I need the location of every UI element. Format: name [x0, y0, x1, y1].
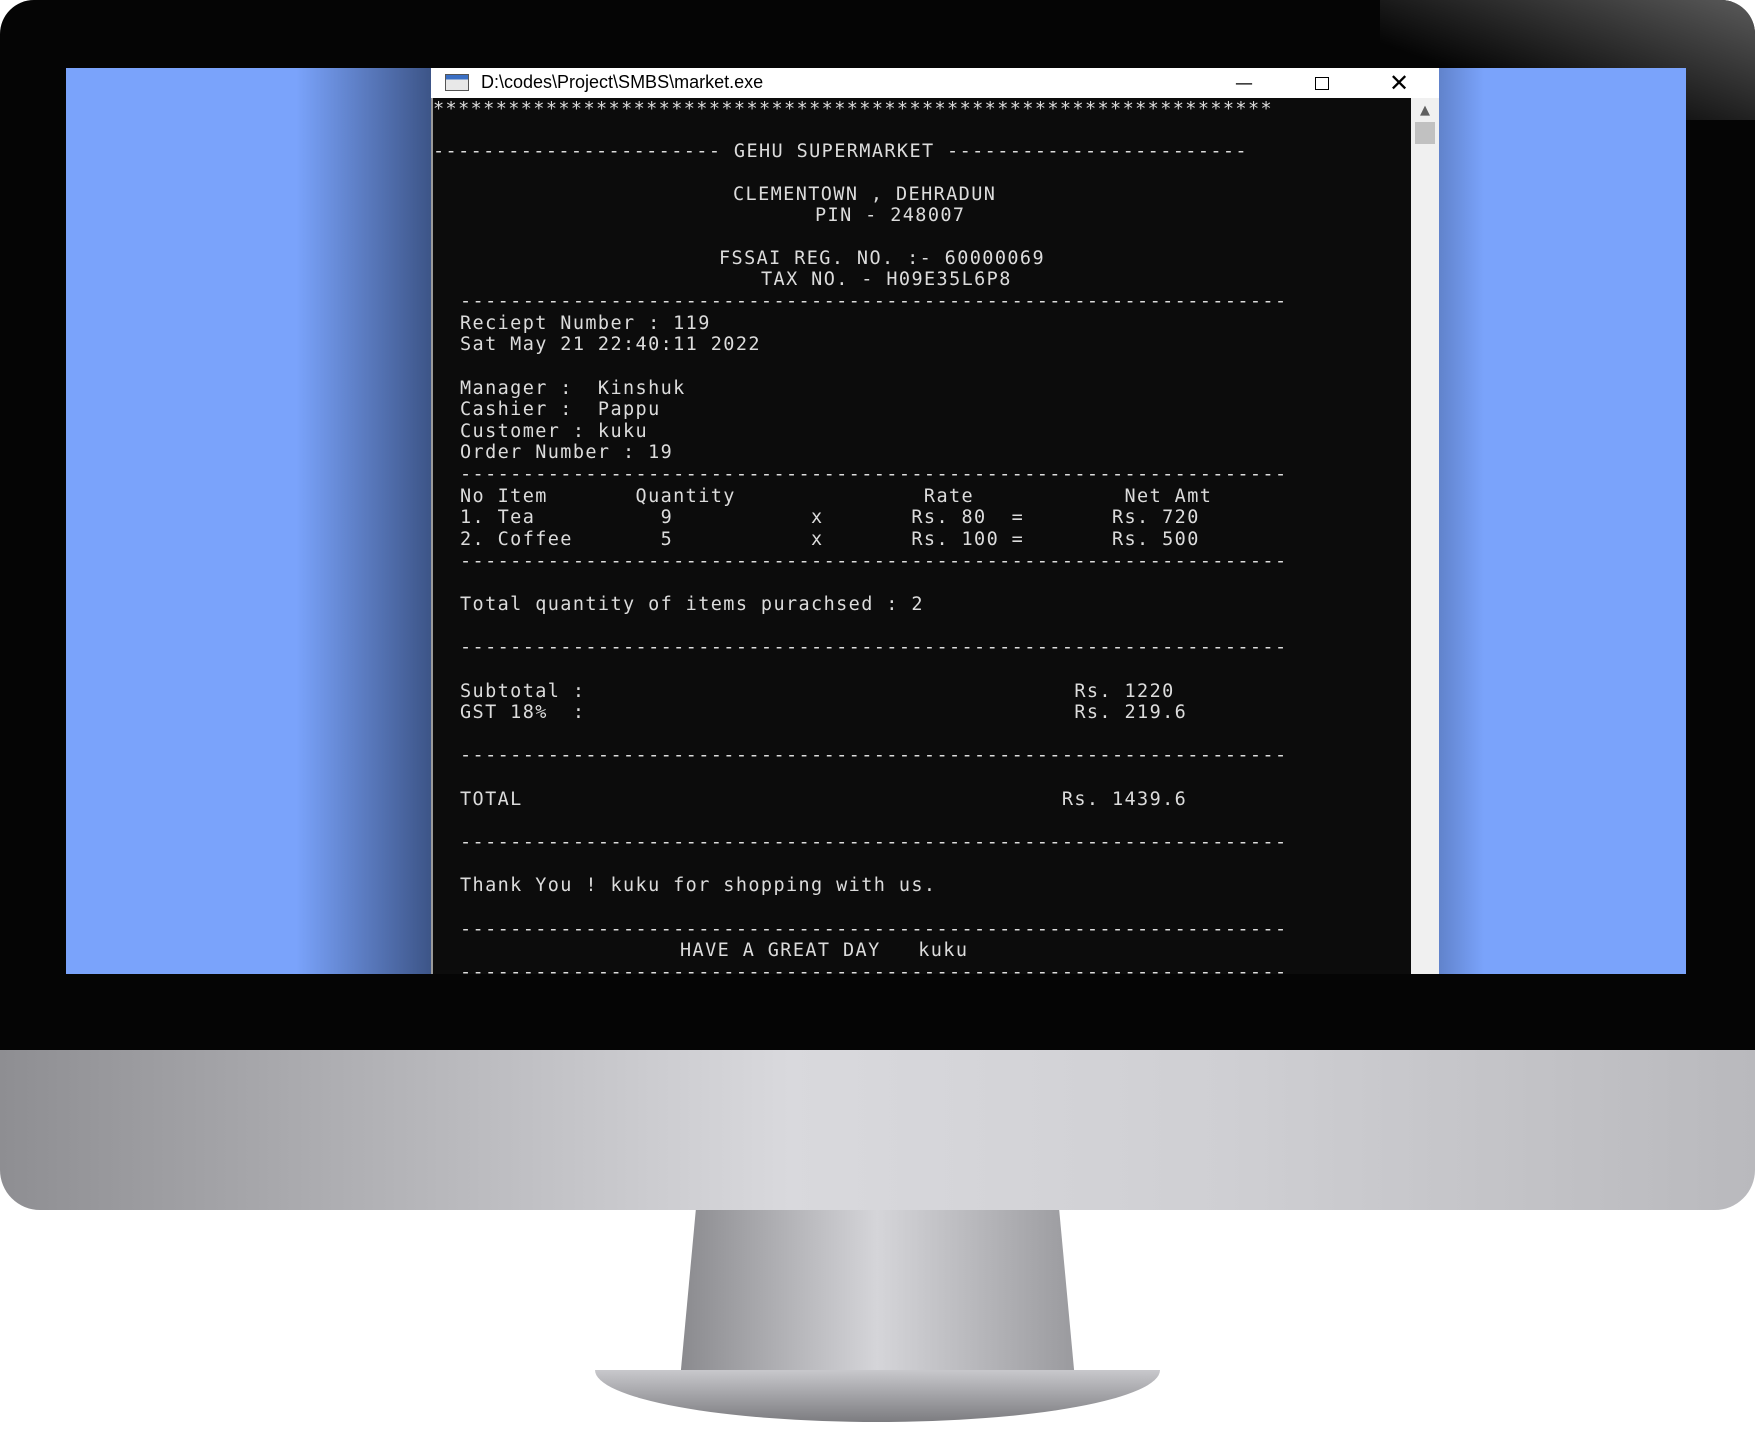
monitor-screen: D:\codes\Project\SMBS\market.exe — ✕ ***…: [66, 68, 1686, 974]
separator: ----------------------------------------…: [460, 464, 1288, 485]
scroll-thumb[interactable]: [1415, 122, 1435, 144]
minimize-button[interactable]: —: [1221, 68, 1267, 98]
monitor-stand-foot: [595, 1370, 1160, 1422]
store-header: ----------------------- GEHU SUPERMARKET…: [433, 141, 1248, 162]
item-row: 1. Tea 9 x Rs. 80 = Rs. 720: [460, 507, 1200, 528]
scroll-up-arrow-icon[interactable]: ▲: [1417, 104, 1433, 118]
great-day-line: HAVE A GREAT DAY kuku: [680, 940, 969, 961]
store-address: CLEMENTOWN , DEHRADUN: [733, 184, 997, 205]
separator: ----------------------------------------…: [460, 291, 1288, 312]
thank-you-line: Thank You ! kuku for shopping with us.: [460, 875, 937, 896]
order-number: Order Number : 19: [460, 442, 674, 463]
grand-total-line: TOTAL Rs. 1439.6: [460, 789, 1188, 810]
console-app-icon: [445, 74, 469, 91]
maximize-button[interactable]: [1299, 68, 1345, 98]
manager-line: Manager : Kinshuk: [460, 378, 686, 399]
console-window[interactable]: D:\codes\Project\SMBS\market.exe — ✕ ***…: [431, 68, 1439, 974]
gst-line: GST 18% : Rs. 219.6: [460, 702, 1188, 723]
window-title: D:\codes\Project\SMBS\market.exe: [481, 72, 764, 92]
fssai-number: FSSAI REG. NO. :- 60000069: [719, 248, 1045, 269]
window-shadow-left: [296, 68, 431, 974]
separator: ----------------------------------------…: [460, 551, 1288, 572]
monitor-stand-neck: [680, 1210, 1075, 1380]
title-bar[interactable]: D:\codes\Project\SMBS\market.exe — ✕: [431, 68, 1439, 98]
console-output[interactable]: ****************************************…: [431, 98, 1411, 974]
vertical-scrollbar[interactable]: ▲: [1411, 98, 1439, 974]
monitor-chin: [0, 1050, 1755, 1210]
separator: ----------------------------------------…: [460, 637, 1288, 658]
items-table-header: No Item Quantity Rate Net Amt: [460, 486, 1213, 507]
close-button[interactable]: ✕: [1376, 68, 1422, 98]
subtotal-line: Subtotal : Rs. 1220: [460, 681, 1175, 702]
tax-number: TAX NO. - H09E35L6P8: [761, 269, 1012, 290]
receipt-date: Sat May 21 22:40:11 2022: [460, 334, 761, 355]
separator: ----------------------------------------…: [460, 962, 1288, 975]
separator: ----------------------------------------…: [460, 745, 1288, 766]
customer-line: Customer : kuku: [460, 421, 649, 442]
store-pin: PIN - 248007: [815, 205, 966, 226]
receipt-number: Reciept Number : 119: [460, 313, 711, 334]
cashier-line: Cashier : Pappu: [460, 399, 661, 420]
separator: ----------------------------------------…: [460, 919, 1288, 940]
separator: ----------------------------------------…: [460, 832, 1288, 853]
maximize-icon: [1315, 76, 1329, 90]
star-line: ****************************************…: [433, 99, 1274, 120]
total-quantity-line: Total quantity of items purachsed : 2: [460, 594, 924, 615]
item-row: 2. Coffee 5 x Rs. 100 = Rs. 500: [460, 529, 1200, 550]
